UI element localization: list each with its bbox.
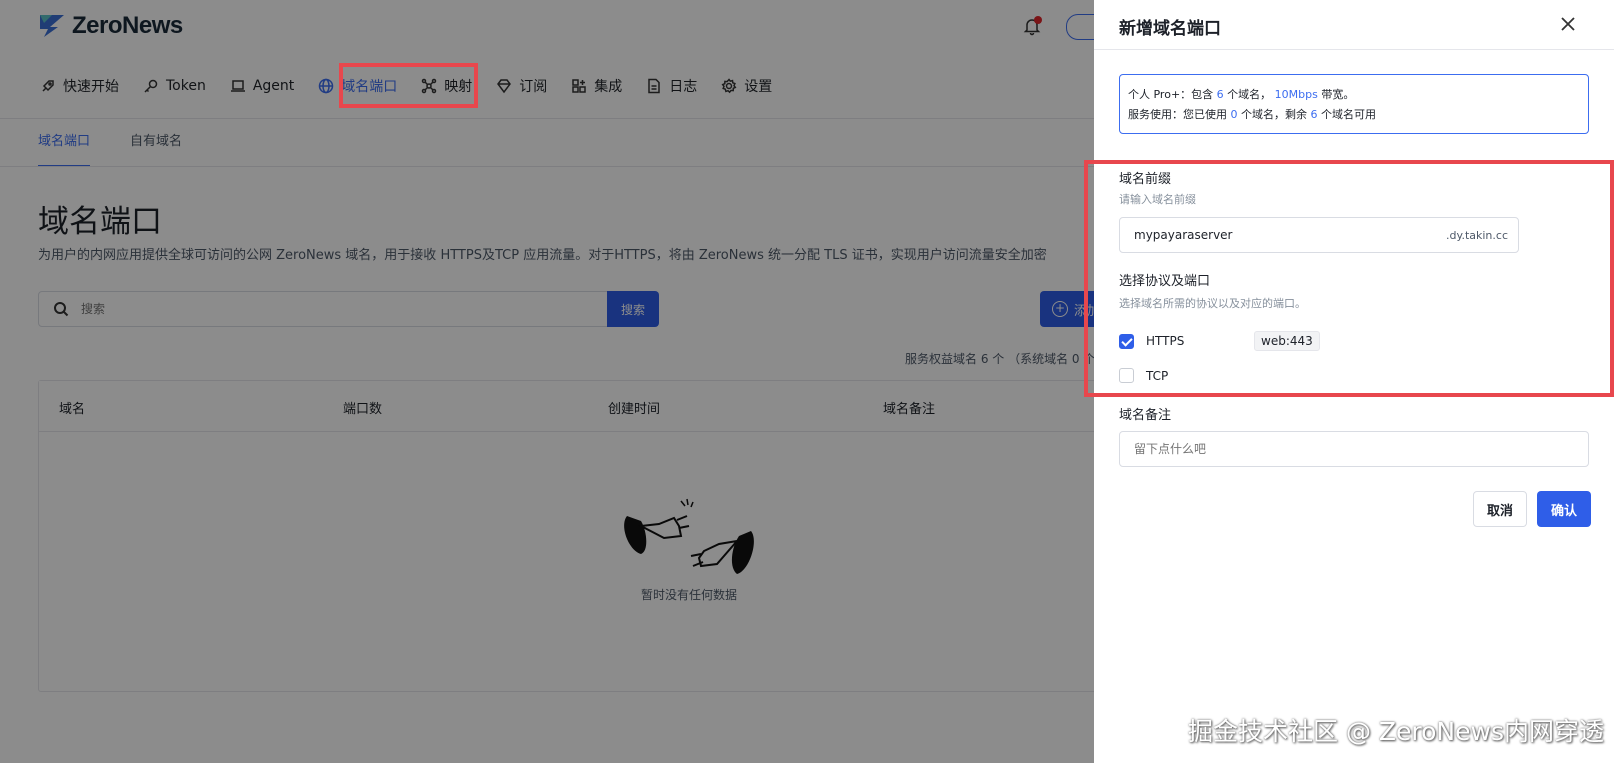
plan-bandwidth: 10Mbps xyxy=(1274,88,1318,101)
plan-info-line-2: 服务使用：您已使用 0 个域名，剩余 6 个域名可用 xyxy=(1128,108,1376,121)
close-icon[interactable] xyxy=(1558,14,1578,34)
used-domain-count: 0 xyxy=(1230,108,1238,121)
remark-field xyxy=(1119,431,1589,467)
plan-info-box: 个人 Pro+：包含 6 个域名， 10Mbps 带宽。 服务使用：您已使用 0… xyxy=(1119,74,1589,134)
watermark: 掘金技术社区 @ ZeroNews内网穿透 xyxy=(1188,717,1604,746)
cancel-button[interactable]: 取消 xyxy=(1473,491,1527,527)
drawer-header: 新增域名端口 xyxy=(1094,0,1614,50)
highlight-box-form xyxy=(1084,160,1614,397)
remark-input[interactable] xyxy=(1132,441,1588,457)
drawer-title: 新增域名端口 xyxy=(1119,19,1221,39)
modal-overlay[interactable] xyxy=(0,0,1094,763)
plan-info-line-1: 个人 Pro+：包含 6 个域名， 10Mbps 带宽。 xyxy=(1128,88,1355,101)
confirm-button[interactable]: 确认 xyxy=(1537,491,1591,527)
remark-label: 域名备注 xyxy=(1119,408,1172,423)
highlight-box-nav xyxy=(339,63,478,108)
plan-domain-count: 6 xyxy=(1216,88,1224,101)
remaining-domain-count: 6 xyxy=(1310,108,1318,121)
